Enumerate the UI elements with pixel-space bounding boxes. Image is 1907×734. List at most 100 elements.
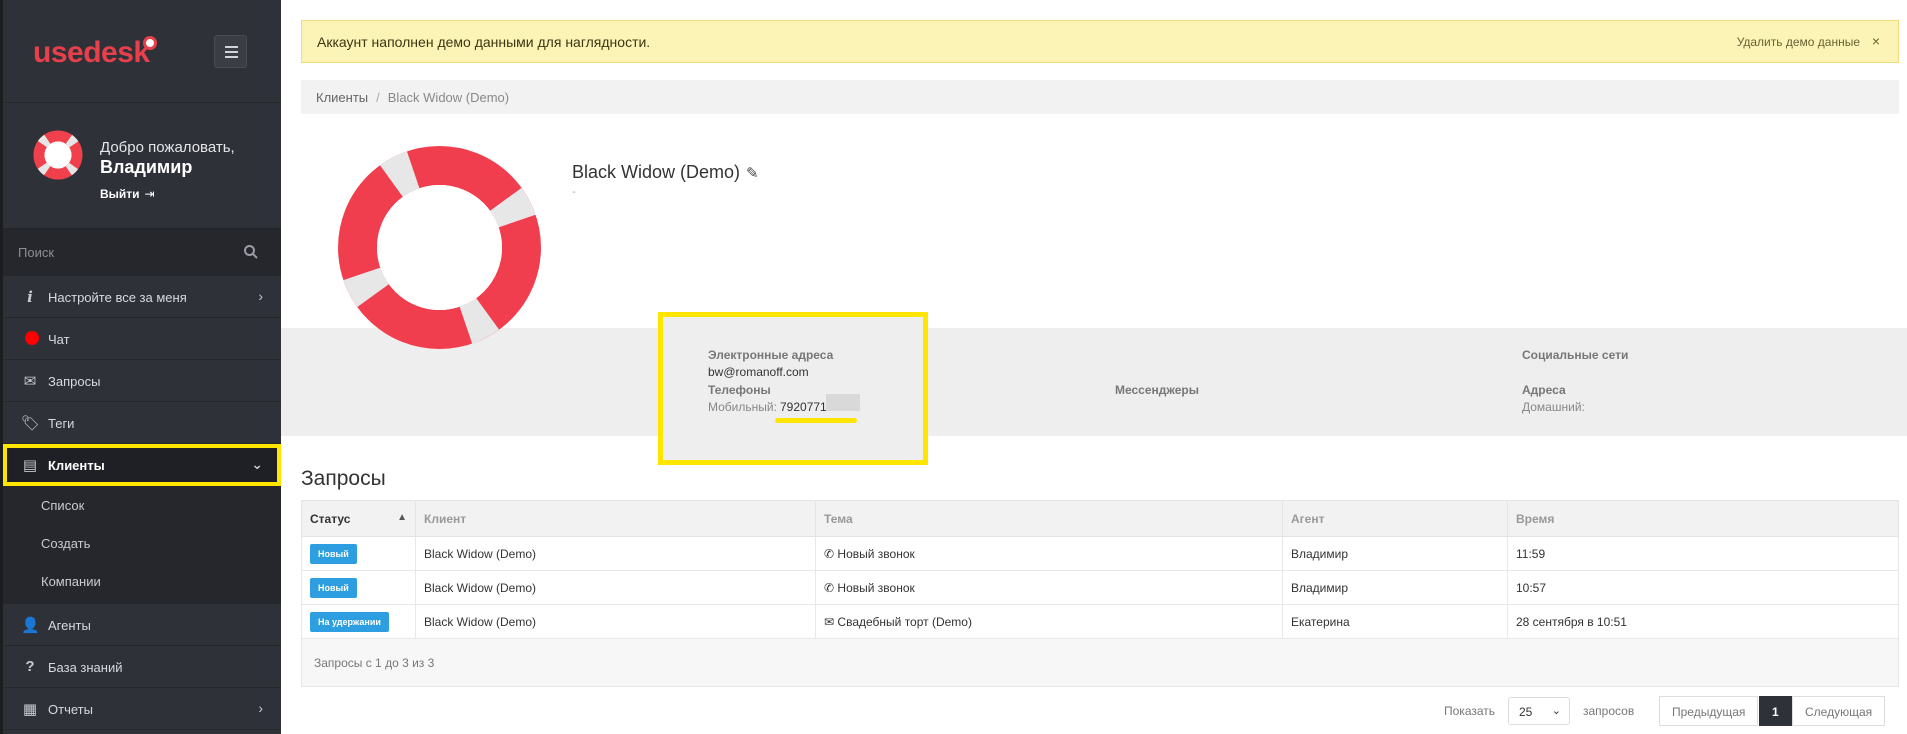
sidebar-search[interactable]: Поиск	[3, 228, 281, 276]
envelope-icon: ✉	[824, 614, 835, 629]
sidebar: usedesk Добро пожаловать, Владимир Выйти…	[0, 0, 281, 734]
column-client[interactable]: Клиент	[415, 500, 816, 537]
client-name-text: Black Widow (Demo)	[572, 162, 741, 182]
prev-page-button[interactable]: Предыдущая	[1659, 696, 1759, 726]
requests-table: Статус ▲ Клиент Тема Агент Время Новый Bl…	[301, 500, 1899, 687]
sidebar-subitem-list[interactable]: Список	[3, 486, 281, 524]
status-badge: На удержании	[310, 611, 389, 632]
breadcrumb-clients-link[interactable]: Клиенты	[316, 90, 368, 105]
sidebar-item-label: Клиенты	[48, 458, 105, 473]
column-topic[interactable]: Тема	[815, 500, 1283, 537]
table-row[interactable]: Новый Black Widow (Demo) ✆ Новый звонок …	[301, 570, 1899, 605]
logout-link[interactable]: Выйти ⇥	[100, 187, 155, 201]
user-box: Добро пожаловать, Владимир Выйти ⇥	[3, 103, 281, 228]
search-icon[interactable]	[243, 244, 259, 260]
logo[interactable]: usedesk	[33, 36, 150, 70]
phone-redaction	[826, 394, 860, 411]
question-icon: ?	[25, 658, 35, 675]
breadcrumb: Клиенты / Black Widow (Demo)	[301, 80, 1899, 114]
chevron-right-icon: ›	[258, 288, 263, 304]
page-1-button[interactable]: 1	[1759, 696, 1792, 726]
sidebar-subitem-companies[interactable]: Компании	[3, 562, 281, 604]
per-page-select[interactable]: 25 ⌄	[1508, 697, 1570, 725]
client-name: Black Widow (Demo) ✎	[572, 162, 759, 183]
cell-topic[interactable]: ✆ Новый звонок	[815, 570, 1283, 605]
info-icon: i	[27, 288, 33, 306]
sidebar-item-clients[interactable]: ▤ Клиенты ⌄	[3, 444, 281, 486]
next-page-button[interactable]: Следующая	[1792, 696, 1886, 726]
logout-label: Выйти	[100, 187, 140, 201]
social-label: Социальные сети	[1522, 348, 1629, 362]
sidebar-item-tags[interactable]: 🏷 Теги	[3, 402, 281, 444]
cell-client[interactable]: Black Widow (Demo)	[415, 570, 816, 605]
logo-row: usedesk	[3, 0, 281, 103]
cell-time: 11:59	[1507, 536, 1899, 571]
cell-time: 28 сентября в 10:51	[1507, 604, 1899, 639]
sidebar-item-agents[interactable]: 👤 Агенты	[3, 604, 281, 646]
pencil-icon[interactable]: ✎	[746, 165, 759, 182]
sidebar-item-chat[interactable]: Чат	[3, 318, 281, 360]
sidebar-item-setup[interactable]: i Настройте все за меня ›	[3, 276, 281, 318]
phone-icon: ✆	[824, 546, 835, 561]
per-page-value: 25	[1519, 705, 1533, 719]
delete-demo-data-link[interactable]: Удалить демо данные	[1737, 35, 1860, 49]
table-row[interactable]: На удержании Black Widow (Demo) ✉ Свадеб…	[301, 604, 1899, 639]
demo-alert: Аккаунт наполнен демо данными для нагляд…	[301, 20, 1899, 63]
column-agent[interactable]: Агент	[1282, 500, 1508, 537]
phones-label: Телефоны	[708, 383, 771, 397]
welcome-text: Добро пожаловать,	[100, 139, 235, 156]
sidebar-item-knowledge-base[interactable]: ? База знаний	[3, 646, 281, 688]
cell-topic[interactable]: ✆ Новый звонок	[815, 536, 1283, 571]
hamburger-line	[225, 56, 238, 58]
sidebar-item-reports[interactable]: ▦ Отчеты ›	[3, 688, 281, 730]
topic-text: Новый звонок	[837, 580, 915, 595]
tag-icon: 🏷	[21, 415, 41, 432]
status-badge: Новый	[310, 577, 357, 598]
hamburger-line	[225, 46, 238, 48]
cell-client[interactable]: Black Widow (Demo)	[415, 604, 816, 639]
status-dot-icon	[25, 331, 39, 345]
highlight-underline	[775, 418, 857, 423]
sidebar-subitem-create[interactable]: Создать	[3, 524, 281, 562]
topic-text: Новый звонок	[837, 546, 915, 561]
sidebar-item-label: Чат	[48, 332, 70, 347]
hamburger-menu-button[interactable]	[214, 35, 247, 68]
contact-card-icon: ▤	[22, 457, 38, 474]
breadcrumb-separator: /	[376, 90, 380, 105]
column-label: Статус	[310, 511, 351, 526]
client-subtitle: -	[572, 186, 576, 198]
column-status[interactable]: Статус ▲	[301, 500, 416, 537]
cell-agent: Екатерина	[1282, 604, 1508, 639]
emails-label: Электронные адреса	[708, 348, 834, 362]
highlight-contact-box	[658, 312, 928, 465]
column-time[interactable]: Время	[1507, 500, 1899, 537]
topic-text: Свадебный торт (Demo)	[837, 614, 972, 629]
cell-client[interactable]: Black Widow (Demo)	[415, 536, 816, 571]
mobile-value[interactable]: 7920771	[780, 400, 827, 414]
chevron-right-icon: ›	[258, 700, 263, 716]
cell-topic[interactable]: ✉ Свадебный торт (Demo)	[815, 604, 1283, 639]
sidebar-item-label: База знаний	[48, 660, 123, 675]
logo-lifebuoy-icon	[143, 36, 157, 50]
sidebar-item-requests[interactable]: ✉ Запросы	[3, 360, 281, 402]
username: Владимир	[100, 157, 193, 177]
cell-agent: Владимир	[1282, 536, 1508, 571]
phone-icon: ✆	[824, 580, 835, 595]
logout-icon: ⇥	[144, 187, 155, 201]
requests-label: запросов	[1583, 704, 1635, 718]
search-input[interactable]: Поиск	[18, 245, 54, 260]
lifebuoy-avatar-icon	[33, 130, 83, 180]
chevron-down-icon: ⌄	[251, 456, 263, 472]
alert-text: Аккаунт наполнен демо данными для нагляд…	[317, 34, 651, 50]
email-value[interactable]: bw@romanoff.com	[708, 365, 809, 379]
envelope-icon: ✉	[23, 373, 37, 390]
sort-up-icon: ▲	[397, 511, 407, 523]
client-lifebuoy-avatar-icon	[338, 146, 541, 349]
table-row[interactable]: Новый Black Widow (Demo) ✆ Новый звонок …	[301, 536, 1899, 571]
chevron-down-icon: ⌄	[1551, 705, 1561, 717]
close-icon[interactable]: ×	[1872, 33, 1880, 49]
main-content: Аккаунт наполнен демо данными для нагляд…	[281, 0, 1907, 734]
show-label: Показать	[1444, 704, 1496, 718]
sidebar-item-label: Запросы	[48, 374, 101, 389]
sidebar-item-label: Отчеты	[48, 702, 93, 717]
